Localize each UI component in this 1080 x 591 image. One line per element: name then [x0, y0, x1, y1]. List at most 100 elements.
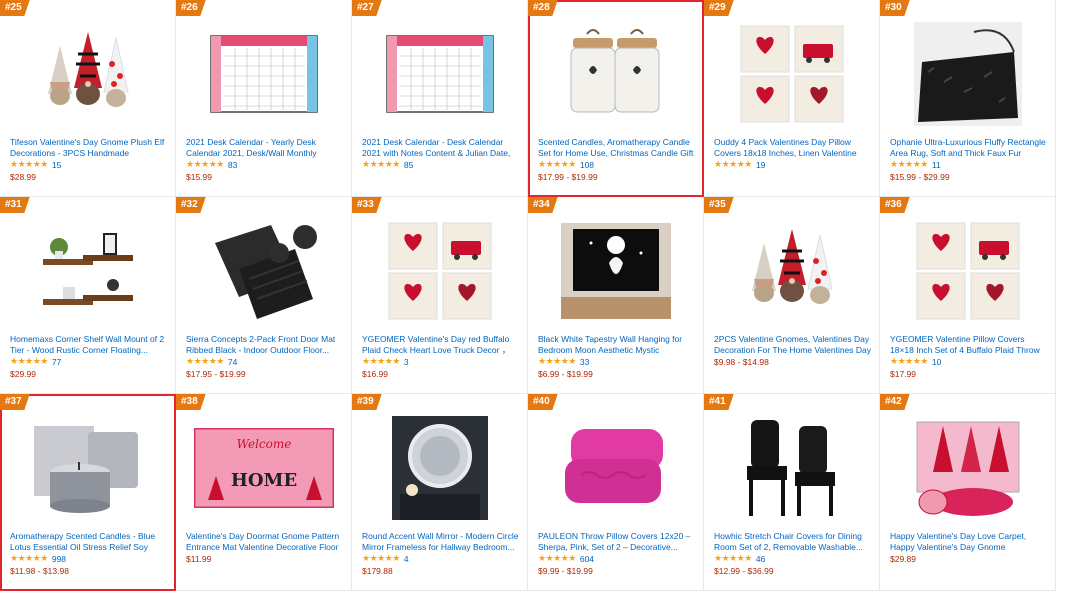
review-count-link[interactable]: 15 — [52, 160, 61, 170]
dining-chair-icon[interactable] — [704, 412, 879, 524]
product-card[interactable]: #41 Howhic Stretch Chair Covers for Dini… — [704, 394, 880, 591]
product-title-link[interactable]: Valentine's Day Doormat Gnome Pattern En… — [186, 531, 343, 552]
product-card[interactable]: #42 Happy Valentine's Day Love Carpet, H… — [880, 394, 1056, 591]
product-price: $11.99 — [186, 554, 212, 564]
rating: ★★★★★ 4 — [362, 553, 409, 564]
review-count-link[interactable]: 4 — [404, 554, 409, 564]
product-card[interactable]: #25 Tifeson Valentine's Day Gnome Plush … — [0, 0, 176, 197]
rank-badge: #37 — [0, 394, 30, 410]
star-rating-icon: ★★★★★ — [714, 159, 752, 169]
review-count-link[interactable]: 33 — [580, 357, 589, 367]
product-card[interactable]: #39 Round Accent Wall Mirror - Modern Ci… — [352, 394, 528, 591]
candle-tin-icon[interactable] — [0, 412, 175, 524]
rating: ★★★★★ 15 — [10, 159, 61, 170]
review-count-link[interactable]: 83 — [228, 160, 237, 170]
review-count-link[interactable]: 74 — [228, 357, 237, 367]
product-title-link[interactable]: 2021 Desk Calendar - Desk Calendar 2021 … — [362, 137, 519, 158]
product-title-link[interactable]: YGEOMER Valentine's Day red Buffalo Plai… — [362, 334, 519, 355]
product-title-link[interactable]: PAULEON Throw Pillow Covers 12x20 – Sher… — [538, 531, 695, 552]
product-card[interactable]: #29 Ouddy 4 Pack Valentines Day Pillow C… — [704, 0, 880, 197]
product-price: $28.99 — [10, 172, 36, 182]
rank-badge: #30 — [880, 0, 910, 16]
review-count-link[interactable]: 10 — [932, 357, 941, 367]
product-title-link[interactable]: Homemaxs Corner Shelf Wall Mount of 2 Ti… — [10, 334, 167, 355]
star-rating-icon: ★★★★★ — [10, 159, 48, 169]
gnome-plush-icon[interactable] — [704, 215, 879, 327]
rank-badge: #31 — [0, 197, 30, 213]
product-title-link[interactable]: Round Accent Wall Mirror - Modern Circle… — [362, 531, 519, 552]
pillow-covers-icon[interactable] — [704, 18, 879, 130]
fluffy-rug-icon[interactable] — [880, 18, 1055, 130]
review-count-link[interactable]: 3 — [404, 357, 409, 367]
product-title-link[interactable]: 2PCS Valentine Gnomes, Valentines Day De… — [714, 334, 871, 355]
star-rating-icon: ★★★★★ — [10, 356, 48, 366]
rank-badge: #28 — [528, 0, 558, 16]
pillow-covers-icon[interactable] — [880, 215, 1055, 327]
rank-badge: #27 — [352, 0, 382, 16]
door-mat-icon[interactable] — [176, 215, 351, 327]
gnome-plush-icon[interactable] — [0, 18, 175, 130]
product-title-link[interactable]: Black White Tapestry Wall Hanging for Be… — [538, 334, 695, 355]
product-title-link[interactable]: 2021 Desk Calendar - Yearly Desk Calenda… — [186, 137, 343, 158]
product-card[interactable]: #28 Scented Candles, Aromatherapy Candle… — [528, 0, 704, 197]
rating: ★★★★★ 108 — [538, 159, 594, 170]
star-rating-icon: ★★★★★ — [538, 356, 576, 366]
review-count-link[interactable]: 998 — [52, 554, 66, 564]
product-card[interactable]: #35 2PCS Valentine Gnomes, Valentines Da… — [704, 197, 880, 394]
review-count-link[interactable]: 19 — [756, 160, 765, 170]
review-count-link[interactable]: 11 — [932, 160, 941, 170]
rating: ★★★★★ 85 — [362, 159, 413, 170]
pink-pillow-icon[interactable] — [528, 412, 703, 524]
rank-badge: #38 — [176, 394, 206, 410]
product-title-link[interactable]: Happy Valentine's Day Love Carpet, Happy… — [890, 531, 1047, 552]
desk-calendar-icon[interactable] — [176, 18, 351, 130]
round-mirror-icon[interactable] — [352, 412, 527, 524]
product-card[interactable]: #33 YGEOMER Valentine's Day red Buffalo … — [352, 197, 528, 394]
product-title-link[interactable]: Ophanie Ultra-Luxurious Fluffy Rectangle… — [890, 137, 1047, 158]
product-card[interactable]: #26 2021 Desk Calendar - Yearly Desk Cal… — [176, 0, 352, 197]
product-card[interactable]: #32 Sierra Concepts 2-Pack Front Door Ma… — [176, 197, 352, 394]
product-price: $15.99 — [186, 172, 212, 182]
product-title-link[interactable]: YGEOMER Valentine Pillow Covers 18×18 In… — [890, 334, 1047, 355]
product-card[interactable]: #30 Ophanie Ultra-Luxurious Fluffy Recta… — [880, 0, 1056, 197]
product-card[interactable]: #38 Welcome HOME Valentine's Day Doormat… — [176, 394, 352, 591]
rating: ★★★★★ 74 — [186, 356, 237, 367]
review-count-link[interactable]: 604 — [580, 554, 594, 564]
review-count-link[interactable]: 46 — [756, 554, 765, 564]
product-title-link[interactable]: Tifeson Valentine's Day Gnome Plush Elf … — [10, 137, 167, 158]
product-title-link[interactable]: Scented Candles, Aromatherapy Candle Set… — [538, 137, 695, 158]
product-price: $12.99 - $36.99 — [714, 566, 774, 576]
product-card[interactable]: #34 Black White Tapestry Wall Hanging fo… — [528, 197, 704, 394]
rating: ★★★★★ 46 — [714, 553, 765, 564]
welcome-text: Welcome — [236, 437, 291, 451]
rank-badge: #41 — [704, 394, 734, 410]
rating: ★★★★★ 33 — [538, 356, 589, 367]
review-count-link[interactable]: 77 — [52, 357, 61, 367]
rank-badge: #40 — [528, 394, 558, 410]
product-card[interactable]: #27 2021 Desk Calendar - Desk Calendar 2… — [352, 0, 528, 197]
desk-calendar-icon[interactable] — [352, 18, 527, 130]
product-title-link[interactable]: Sierra Concepts 2-Pack Front Door Mat Ri… — [186, 334, 343, 355]
review-count-link[interactable]: 108 — [580, 160, 594, 170]
pillow-covers-icon[interactable] — [352, 215, 527, 327]
product-title-link[interactable]: Howhic Stretch Chair Covers for Dining R… — [714, 531, 871, 552]
product-price: $29.89 — [890, 554, 916, 564]
corner-shelf-icon[interactable] — [0, 215, 175, 327]
product-card[interactable]: #36 YGEOMER Valentine Pillow Covers 18×1… — [880, 197, 1056, 394]
product-title-link[interactable]: Aromatherapy Scented Candles - Blue Lotu… — [10, 531, 167, 552]
review-count-link[interactable]: 85 — [404, 160, 413, 170]
tapestry-icon[interactable] — [528, 215, 703, 327]
star-rating-icon: ★★★★★ — [10, 553, 48, 563]
product-card[interactable]: #37 Aromatherapy Scented Candles - Blue … — [0, 394, 176, 591]
rank-badge: #36 — [880, 197, 910, 213]
rank-badge: #33 — [352, 197, 382, 213]
product-title-link[interactable]: Ouddy 4 Pack Valentines Day Pillow Cover… — [714, 137, 871, 158]
welcome-mat-icon[interactable]: Welcome HOME — [176, 412, 351, 524]
product-card[interactable]: #40 PAULEON Throw Pillow Covers 12x20 – … — [528, 394, 704, 591]
gnome-rug-icon[interactable] — [880, 412, 1055, 524]
rating: ★★★★★ 83 — [186, 159, 237, 170]
star-rating-icon: ★★★★★ — [362, 159, 400, 169]
product-card[interactable]: #31 Homemaxs Corner Shelf Wall Mount of … — [0, 197, 176, 394]
product-grid: #25 Tifeson Valentine's Day Gnome Plush … — [0, 0, 1080, 591]
candle-jar-icon[interactable] — [528, 18, 703, 130]
